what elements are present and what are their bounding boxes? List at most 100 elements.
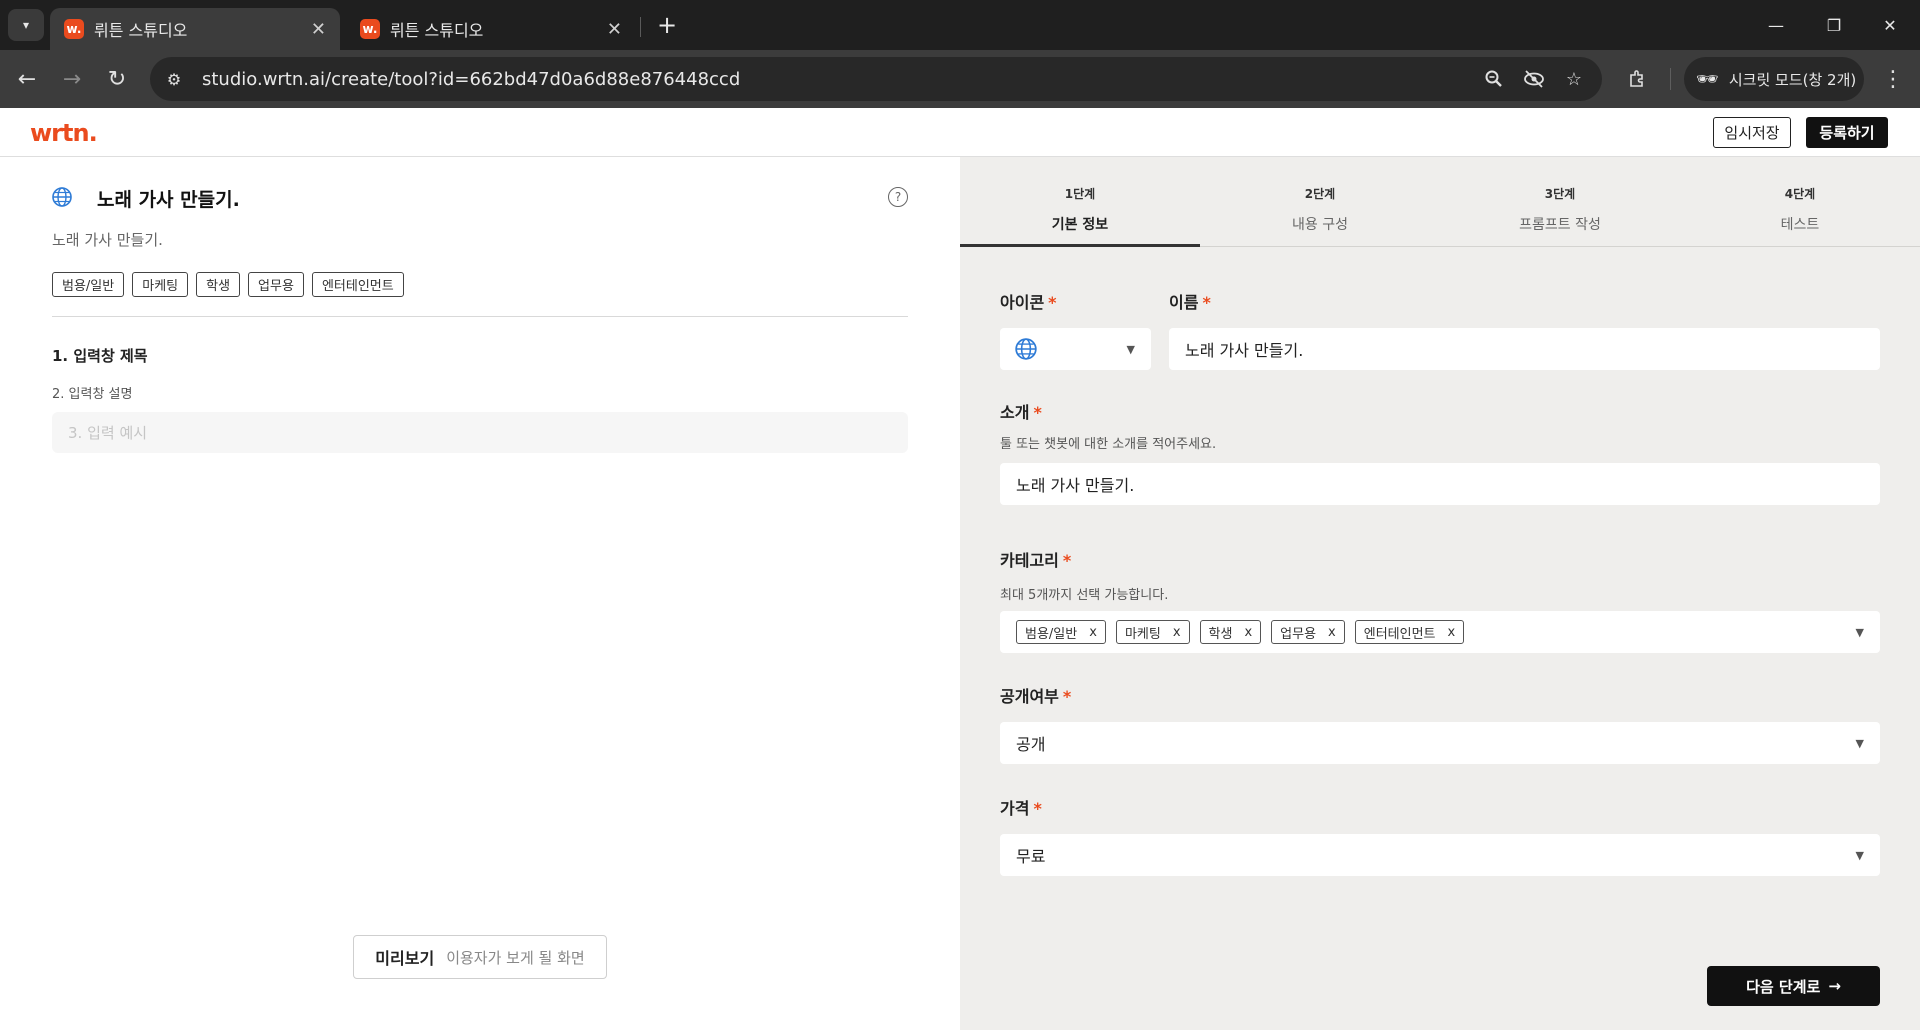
preview-tag: 업무용 bbox=[248, 272, 304, 297]
back-icon[interactable]: ← bbox=[10, 62, 44, 96]
intro-input[interactable]: 노래 가사 만들기. bbox=[1000, 463, 1880, 505]
required-mark: * bbox=[1033, 799, 1042, 818]
icon-select[interactable]: ▼ bbox=[1000, 328, 1151, 370]
wrtn-favicon-icon: w. bbox=[64, 19, 84, 39]
close-tab-icon[interactable]: ✕ bbox=[607, 19, 622, 40]
preview-button-label: 미리보기 bbox=[375, 949, 435, 968]
zoom-icon[interactable] bbox=[1474, 59, 1514, 99]
price-field-label: 가격 * bbox=[1000, 799, 1042, 818]
category-chip: 마케팅 x bbox=[1115, 620, 1190, 644]
tab-active[interactable]: w. 뤼튼 스튜디오 ✕ bbox=[50, 8, 340, 50]
step-3-tab[interactable]: 3단계 프롬프트 작성 bbox=[1440, 185, 1680, 234]
globe-icon bbox=[52, 187, 72, 207]
next-step-label: 다음 단계로 bbox=[1746, 977, 1821, 996]
step-tabs: 1단계 기본 정보 2단계 내용 구성 3단계 프롬프트 작성 4단계 테스트 bbox=[960, 157, 1920, 247]
caret-down-icon: ▼ bbox=[1855, 848, 1864, 862]
price-select[interactable]: 무료 ▼ bbox=[1000, 834, 1880, 876]
toolbar-divider bbox=[1670, 68, 1671, 90]
step-number: 2단계 bbox=[1304, 187, 1336, 201]
forward-icon[interactable]: → bbox=[55, 62, 89, 96]
price-value: 무료 bbox=[1016, 847, 1046, 866]
required-mark: * bbox=[1062, 551, 1072, 570]
remove-chip-icon[interactable]: x bbox=[1328, 625, 1336, 640]
tab-search-button[interactable]: ▾ bbox=[8, 9, 44, 41]
window-close-icon[interactable]: ✕ bbox=[1870, 10, 1910, 40]
preview-input-example[interactable]: 3. 입력 예시 bbox=[52, 412, 908, 453]
required-mark: * bbox=[1202, 293, 1211, 312]
address-bar[interactable]: ⚙ studio.wrtn.ai/create/tool?id=662bd47d… bbox=[150, 57, 1602, 101]
help-icon[interactable]: ? bbox=[888, 187, 908, 207]
step-4-tab[interactable]: 4단계 테스트 bbox=[1680, 185, 1920, 234]
step-number: 4단계 bbox=[1784, 187, 1816, 201]
browser-menu-icon[interactable]: ⋮ bbox=[1876, 62, 1910, 96]
preview-tool-title: 노래 가사 만들기. bbox=[97, 189, 240, 211]
intro-field-label: 소개 * bbox=[1000, 403, 1042, 422]
extensions-icon[interactable] bbox=[1620, 62, 1654, 96]
required-mark: * bbox=[1048, 293, 1057, 312]
globe-icon bbox=[1015, 338, 1037, 360]
preview-tool-description: 노래 가사 만들기. bbox=[52, 231, 163, 249]
tool-form-panel: 1단계 기본 정보 2단계 내용 구성 3단계 프롬프트 작성 4단계 테스트 … bbox=[960, 157, 1920, 1030]
visibility-field-label: 공개여부 * bbox=[1000, 687, 1072, 706]
preview-button[interactable]: 미리보기 이용자가 보게 될 화면 bbox=[353, 935, 607, 979]
preview-tag-list: 범용/일반 마케팅 학생 업무용 엔터테인먼트 bbox=[52, 272, 404, 297]
reload-icon[interactable]: ↻ bbox=[100, 62, 134, 96]
step-1-tab[interactable]: 1단계 기본 정보 bbox=[960, 185, 1200, 234]
tool-preview-panel: 노래 가사 만들기. ? 노래 가사 만들기. 범용/일반 마케팅 학생 업무용… bbox=[0, 157, 960, 1030]
wrtn-favicon-icon: w. bbox=[360, 19, 380, 39]
remove-chip-icon[interactable]: x bbox=[1173, 625, 1181, 640]
step-label: 프롬프트 작성 bbox=[1519, 217, 1601, 233]
preview-input-description: 2. 입력창 설명 bbox=[52, 387, 133, 402]
intro-help-text: 툴 또는 챗봇에 대한 소개를 적어주세요. bbox=[1000, 437, 1217, 452]
new-tab-button[interactable]: + bbox=[652, 10, 682, 40]
required-mark: * bbox=[1033, 403, 1042, 422]
incognito-indicator[interactable]: 🕶 시크릿 모드(창 2개) bbox=[1684, 57, 1864, 101]
name-input[interactable]: 노래 가사 만들기. bbox=[1169, 328, 1880, 370]
category-field-label: 카테고리 * bbox=[1000, 551, 1072, 570]
visibility-value: 공개 bbox=[1016, 735, 1046, 754]
preview-tag: 엔터테인먼트 bbox=[311, 272, 404, 297]
icon-field-label: 아이콘 * bbox=[1000, 293, 1057, 312]
name-field-label: 이름 * bbox=[1169, 293, 1211, 312]
preview-tag: 마케팅 bbox=[132, 272, 189, 297]
tab-title: 뤼튼 스튜디오 bbox=[94, 21, 188, 40]
preview-tag: 범용/일반 bbox=[52, 272, 125, 297]
arrow-right-icon: → bbox=[1828, 977, 1841, 995]
app-header: wrtn. 임시저장 등록하기 bbox=[0, 108, 1920, 157]
close-tab-icon[interactable]: ✕ bbox=[311, 19, 326, 40]
preview-input-title: 1. 입력창 제목 bbox=[52, 347, 148, 365]
caret-down-icon: ▼ bbox=[1126, 342, 1135, 356]
remove-chip-icon[interactable]: x bbox=[1448, 625, 1456, 640]
next-step-button[interactable]: 다음 단계로 → bbox=[1707, 966, 1880, 1006]
step-2-tab[interactable]: 2단계 내용 구성 bbox=[1200, 185, 1440, 234]
preview-button-sublabel: 이용자가 보게 될 화면 bbox=[446, 948, 585, 967]
category-chip: 업무용 x bbox=[1271, 620, 1345, 644]
category-multiselect[interactable]: 범용/일반 x 마케팅 x 학생 x 업무용 x 엔터테인먼트 x ▼ bbox=[1000, 611, 1880, 653]
wrtn-logo[interactable]: wrtn. bbox=[30, 119, 98, 147]
eye-off-icon[interactable] bbox=[1514, 59, 1554, 99]
category-help-text: 최대 5개까지 선택 가능합니다. bbox=[1000, 588, 1169, 603]
tab-title: 뤼튼 스튜디오 bbox=[390, 21, 484, 40]
browser-tab-bar: ▾ w. 뤼튼 스튜디오 ✕ w. 뤼튼 스튜디오 ✕ + — ❐ ✕ bbox=[0, 0, 1920, 50]
browser-toolbar: ← → ↻ ⚙ studio.wrtn.ai/create/tool?id=66… bbox=[0, 50, 1920, 108]
remove-chip-icon[interactable]: x bbox=[1089, 625, 1097, 640]
visibility-select[interactable]: 공개 ▼ bbox=[1000, 722, 1880, 764]
category-chip: 엔터테인먼트 x bbox=[1354, 620, 1465, 644]
register-button[interactable]: 등록하기 bbox=[1806, 117, 1888, 148]
preview-tag: 학생 bbox=[196, 272, 241, 297]
incognito-label: 시크릿 모드(창 2개) bbox=[1728, 70, 1857, 89]
restore-icon[interactable]: ❐ bbox=[1814, 10, 1854, 40]
required-mark: * bbox=[1062, 687, 1072, 706]
caret-down-icon: ▼ bbox=[1855, 625, 1864, 639]
minimize-icon[interactable]: — bbox=[1756, 10, 1796, 40]
tab-inactive[interactable]: w. 뤼튼 스튜디오 ✕ bbox=[346, 8, 636, 50]
temp-save-button[interactable]: 임시저장 bbox=[1713, 117, 1791, 148]
url-text[interactable]: studio.wrtn.ai/create/tool?id=662bd47d0a… bbox=[202, 69, 1474, 90]
active-step-indicator bbox=[960, 244, 1200, 247]
remove-chip-icon[interactable]: x bbox=[1244, 625, 1252, 640]
site-info-icon[interactable]: ⚙ bbox=[156, 61, 192, 97]
caret-down-icon: ▼ bbox=[1855, 736, 1864, 750]
incognito-icon: 🕶 bbox=[1696, 68, 1719, 90]
step-label: 테스트 bbox=[1780, 217, 1820, 233]
bookmark-star-icon[interactable]: ☆ bbox=[1554, 59, 1594, 99]
